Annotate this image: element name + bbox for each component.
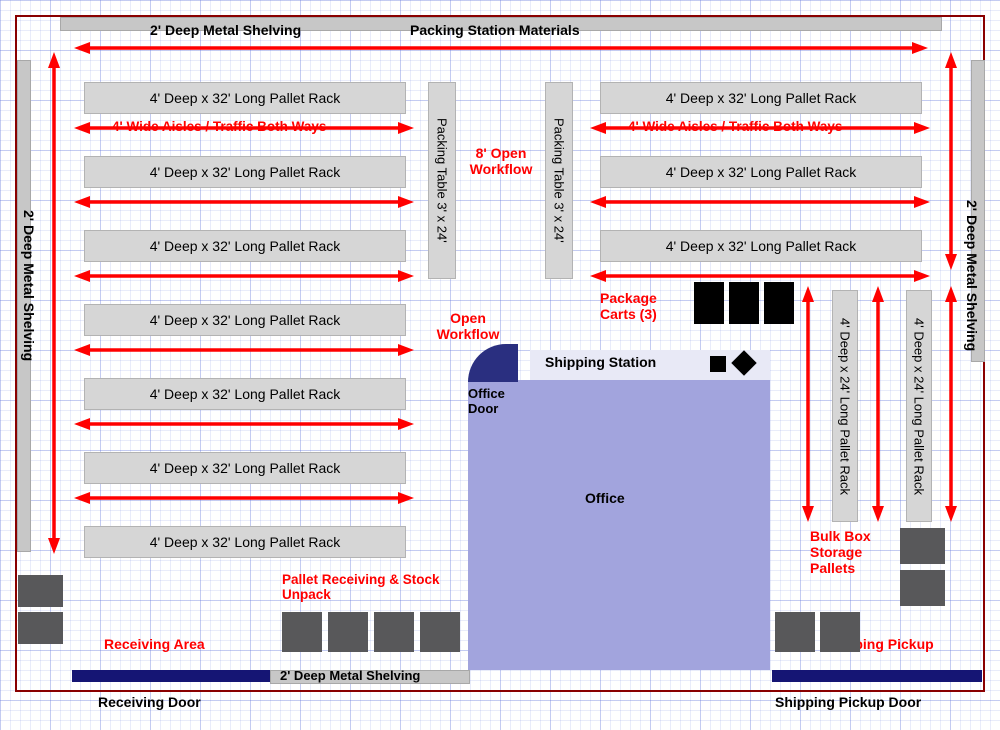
rack-vert-1: 4' Deep x 24' Long Pallet Rack [832, 290, 858, 522]
rack-left-2: 4' Deep x 32' Long Pallet Rack [84, 156, 406, 188]
pallet-receiving-label: Pallet Receiving & Stock Unpack [282, 572, 442, 602]
pallet-receiving-box-2 [328, 612, 368, 652]
rack-left-1: 4' Deep x 32' Long Pallet Rack [84, 82, 406, 114]
package-cart-3 [764, 282, 794, 324]
pallet-receiving-box-3 [374, 612, 414, 652]
office [468, 380, 770, 670]
rack-left-3: 4' Deep x 32' Long Pallet Rack [84, 230, 406, 262]
aisle-label-right: 4' Wide Aisles / Traffic Both Ways [628, 119, 842, 134]
top-shelving-label: 2' Deep Metal Shelving [150, 22, 301, 38]
package-cart-2 [729, 282, 759, 324]
rack-left-4: 4' Deep x 32' Long Pallet Rack [84, 304, 406, 336]
open-workflow-8-label: 8' Open Workflow [467, 145, 535, 177]
aisle-label-left: 4' Wide Aisles / Traffic Both Ways [112, 119, 326, 134]
package-carts-label: Package Carts (3) [600, 290, 680, 322]
right-shelving-label: 2' Deep Metal Shelving [964, 200, 980, 351]
shipping-door-bar [772, 670, 982, 682]
pallet-receiving-box-4 [420, 612, 460, 652]
shipping-door-label: Shipping Pickup Door [775, 694, 921, 710]
receiving-box-2 [18, 612, 63, 644]
packing-table-right: Packing Table 3' x 24' [545, 82, 573, 279]
receiving-area-label: Receiving Area [104, 636, 205, 652]
packing-station-materials-label: Packing Station Materials [410, 22, 580, 38]
bottom-pallet-2 [820, 612, 860, 652]
receiving-box-1 [18, 575, 63, 607]
open-workflow-label: Open Workflow [428, 310, 508, 342]
bottom-pallet-1 [775, 612, 815, 652]
bottom-shelving-label: 2' Deep Metal Shelving [280, 668, 420, 683]
rack-right-1: 4' Deep x 32' Long Pallet Rack [600, 82, 922, 114]
rack-right-3: 4' Deep x 32' Long Pallet Rack [600, 230, 922, 262]
bulk-box-label: Bulk Box Storage Pallets [810, 528, 890, 576]
packing-table-left: Packing Table 3' x 24' [428, 82, 456, 279]
receiving-door-label: Receiving Door [98, 694, 201, 710]
rack-right-2: 4' Deep x 32' Long Pallet Rack [600, 156, 922, 188]
pallet-receiving-box-1 [282, 612, 322, 652]
rack-left-5: 4' Deep x 32' Long Pallet Rack [84, 378, 406, 410]
bulk-box-pallet-2 [900, 570, 945, 606]
bulk-box-pallet-1 [900, 528, 945, 564]
office-door-label: Office Door [468, 386, 518, 416]
receiving-door-bar [72, 670, 270, 682]
rack-left-6: 4' Deep x 32' Long Pallet Rack [84, 452, 406, 484]
office-label: Office [585, 490, 625, 506]
rack-left-7: 4' Deep x 32' Long Pallet Rack [84, 526, 406, 558]
package-cart-1 [694, 282, 724, 324]
left-shelving-label: 2' Deep Metal Shelving [21, 210, 37, 361]
rack-vert-2: 4' Deep x 24' Long Pallet Rack [906, 290, 932, 522]
shipping-station-label: Shipping Station [545, 354, 656, 370]
shipping-station-box-icon [710, 356, 726, 372]
